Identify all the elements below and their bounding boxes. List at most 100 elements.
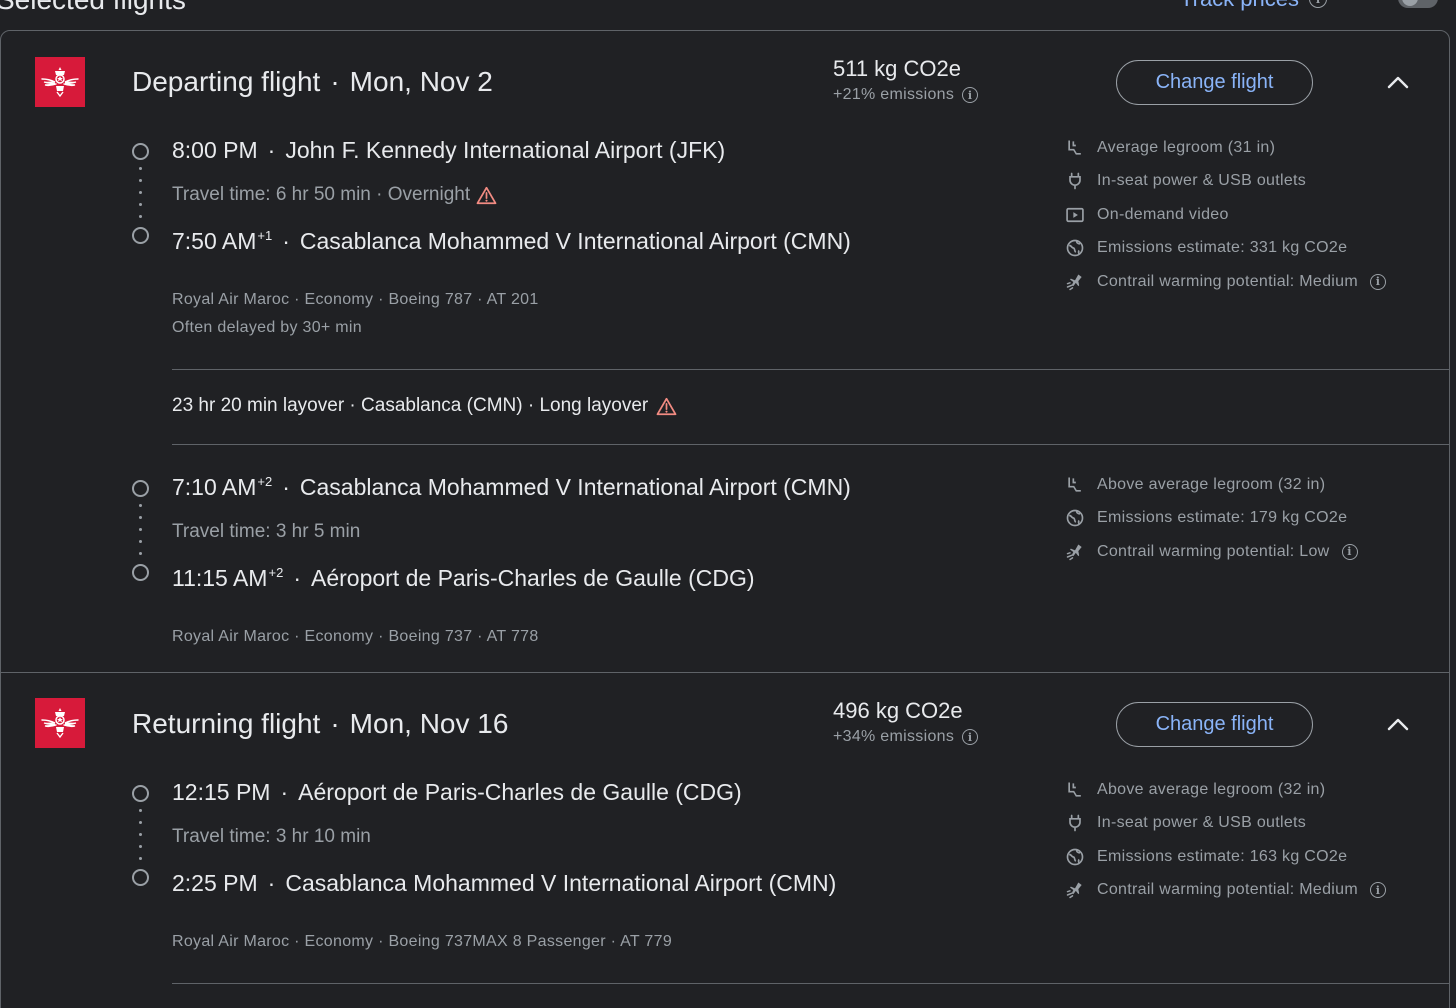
info-icon[interactable]: i <box>1308 0 1327 8</box>
amenity-emissions: Emissions estimate: 331 kg CO2e <box>1065 232 1386 266</box>
travel-time-text: Travel time: 3 hr 10 min <box>172 826 371 847</box>
airline-logo <box>35 57 85 107</box>
amenities-list: Average legroom (31 in) In-seat power & … <box>1065 131 1386 299</box>
contrail-icon <box>1065 272 1085 292</box>
arrival-airport: Aéroport de Paris-Charles de Gaulle (CDG… <box>310 565 755 591</box>
arrival-line: 7:50 AM+1 · Casablanca Mohammed V Internat… <box>172 228 851 254</box>
chevron-up-icon[interactable] <box>1385 73 1411 93</box>
airline-logo <box>35 698 85 748</box>
delay-note: Often delayed by 30+ min <box>172 319 362 336</box>
emissions-delta-text: +34% emissions <box>833 728 955 745</box>
chevron-up-icon[interactable] <box>1385 715 1411 735</box>
arrival-line: 2:25 PM · Casablanca Mohammed V Internatio… <box>172 870 837 896</box>
emissions-delta: +34% emissions i <box>833 728 979 746</box>
timeline-dots <box>139 809 142 869</box>
departure-line: 8:00 PM · John F. Kennedy International Ai… <box>172 137 726 163</box>
day-offset: +2 <box>257 474 273 489</box>
info-icon[interactable]: i <box>962 729 979 745</box>
departure-marker <box>132 785 149 802</box>
track-prices[interactable]: Track prices i <box>1180 0 1327 12</box>
timeline-dots <box>139 504 142 564</box>
amenity-legroom: Above average legroom (32 in) <box>1065 773 1386 807</box>
departing-flight-title: Departing flight · Mon, Nov 2 <box>132 66 493 97</box>
day-offset: +2 <box>268 565 284 580</box>
departure-airport: Casablanca Mohammed V International Airp… <box>299 474 851 500</box>
returning-emissions: 496 kg CO2e +34% emissions i <box>833 698 979 746</box>
arrival-line: 11:15 AM+2 · Aéroport de Paris-Charles de … <box>172 565 755 591</box>
amenities-list: Above average legroom (32 in) In-seat po… <box>1065 773 1386 907</box>
royal-air-maroc-logo-icon <box>40 62 80 102</box>
divider <box>172 983 1449 984</box>
emissions-delta: +21% emissions i <box>833 86 979 104</box>
flight-details: Royal Air Maroc · Economy · Boeing 737 ·… <box>172 628 539 645</box>
returning-flight-title: Returning flight · Mon, Nov 16 <box>132 708 509 739</box>
departure-time: 8:00 PM <box>172 137 258 163</box>
info-icon[interactable]: i <box>1369 273 1386 290</box>
divider <box>172 369 1449 370</box>
amenity-contrail: Contrail warming potential: Medium i <box>1065 874 1386 908</box>
departure-airport: John F. Kennedy International Airport (J… <box>285 137 726 163</box>
arrival-airport: Casablanca Mohammed V International Airp… <box>299 228 851 254</box>
change-flight-button[interactable]: Change flight <box>1116 60 1313 105</box>
globe-icon <box>1065 238 1085 258</box>
day-offset: +1 <box>257 228 273 243</box>
page-title: Selected flights <box>0 0 186 16</box>
power-icon <box>1065 813 1085 833</box>
track-prices-toggle[interactable] <box>1398 0 1438 8</box>
legroom-icon <box>1065 138 1085 158</box>
arrival-time: 7:50 AM <box>172 228 257 254</box>
info-icon[interactable]: i <box>1369 882 1386 899</box>
amenity-emissions: Emissions estimate: 179 kg CO2e <box>1065 502 1358 536</box>
legroom-icon <box>1065 780 1085 800</box>
amenity-emissions: Emissions estimate: 163 kg CO2e <box>1065 840 1386 874</box>
departure-marker <box>132 480 149 497</box>
flight-date: Mon, Nov 2 <box>349 66 493 97</box>
globe-icon <box>1065 508 1085 528</box>
amenity-video: On-demand video <box>1065 198 1386 232</box>
amenity-contrail: Contrail warming potential: Medium i <box>1065 265 1386 299</box>
selected-flights-card: Departing flight · Mon, Nov 2 511 kg CO2e … <box>0 30 1450 1008</box>
flight-details: Royal Air Maroc · Economy · Boeing 737MA… <box>172 933 673 950</box>
arrival-airport: Casablanca Mohammed V International Airp… <box>285 870 837 896</box>
returning-flight-section: Returning flight · Mon, Nov 16 496 kg CO2e… <box>1 672 1449 1008</box>
track-prices-label[interactable]: Track prices <box>1180 0 1299 12</box>
amenity-power: In-seat power & USB outlets <box>1065 165 1386 199</box>
travel-time: Travel time: 3 hr 10 min <box>172 826 371 848</box>
top-header: Selected flights Track prices i <box>0 0 1456 30</box>
info-icon[interactable]: i <box>1341 543 1358 560</box>
arrival-time: 11:15 AM <box>172 565 268 591</box>
amenities-list: Above average legroom (32 in) Emissions … <box>1065 468 1358 569</box>
flight-direction-label: Returning flight <box>132 708 321 739</box>
departure-time: 7:10 AM <box>172 474 257 500</box>
flight-date: Mon, Nov 16 <box>349 708 509 739</box>
arrival-time: 2:25 PM <box>172 870 258 896</box>
emissions-total: 496 kg CO2e <box>833 698 963 723</box>
departing-emissions: 511 kg CO2e +21% emissions i <box>833 56 979 104</box>
contrail-icon <box>1065 880 1085 900</box>
info-icon[interactable]: i <box>962 87 979 103</box>
amenity-legroom: Above average legroom (32 in) <box>1065 468 1358 502</box>
travel-time-text: Travel time: 6 hr 50 min · Overnight <box>172 184 471 205</box>
arrival-marker <box>132 564 149 581</box>
globe-icon <box>1065 847 1085 867</box>
amenity-contrail: Contrail warming potential: Low i <box>1065 535 1358 569</box>
arrival-marker <box>132 227 149 244</box>
travel-time: Travel time: 3 hr 5 min <box>172 521 360 543</box>
contrail-icon <box>1065 542 1085 562</box>
departure-airport: Aéroport de Paris-Charles de Gaulle (CDG… <box>298 779 742 805</box>
warning-icon <box>656 397 677 416</box>
timeline-dots <box>139 167 142 227</box>
legroom-icon <box>1065 475 1085 495</box>
change-flight-button[interactable]: Change flight <box>1116 702 1313 747</box>
amenity-power: In-seat power & USB outlets <box>1065 807 1386 841</box>
divider <box>172 444 1449 445</box>
video-icon <box>1065 205 1085 225</box>
departure-line: 7:10 AM+2 · Casablanca Mohammed V Internat… <box>172 474 851 500</box>
arrival-marker <box>132 869 149 886</box>
travel-time-text: Travel time: 3 hr 5 min <box>172 521 361 542</box>
flight-details: Royal Air Maroc · Economy · Boeing 787 ·… <box>172 291 539 308</box>
emissions-delta-text: +21% emissions <box>833 86 955 103</box>
royal-air-maroc-logo-icon <box>40 703 80 743</box>
departure-time: 12:15 PM <box>172 779 271 805</box>
warning-icon <box>476 186 497 205</box>
